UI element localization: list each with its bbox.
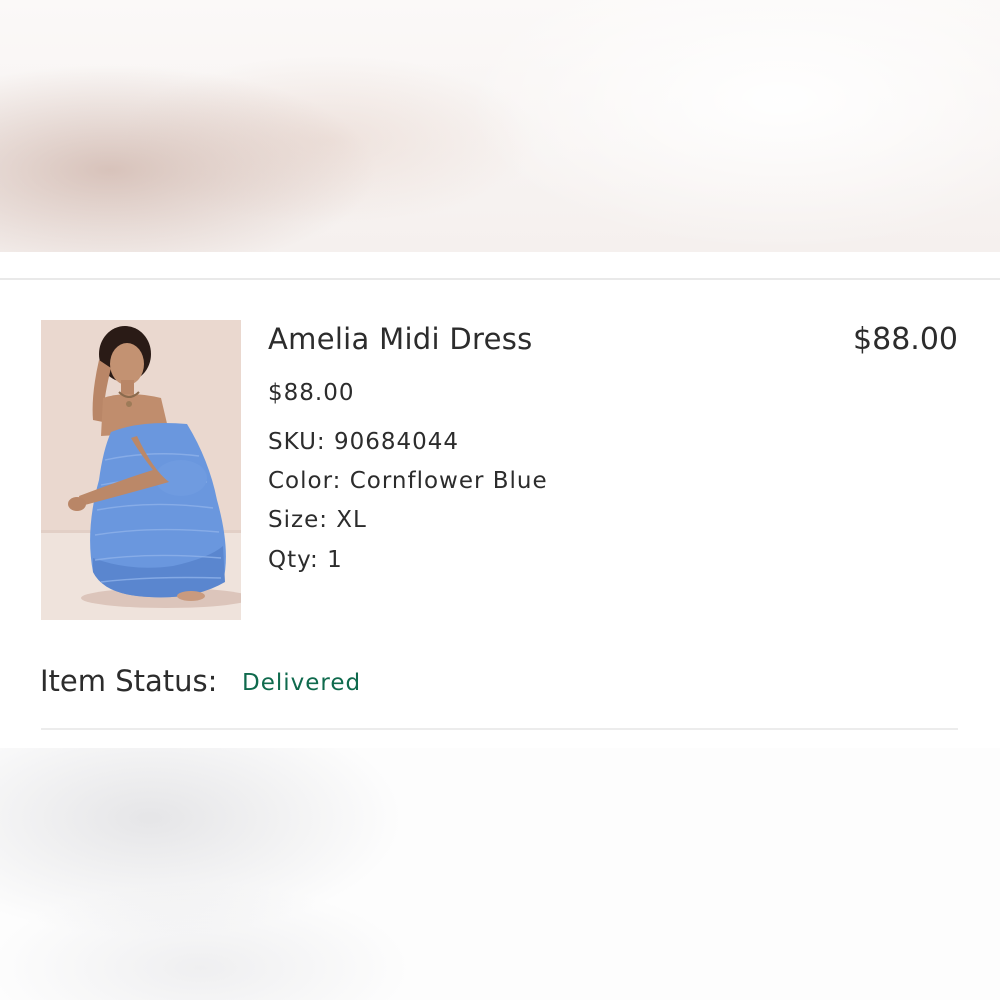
color-text: Color: Cornflower Blue bbox=[268, 468, 548, 494]
blurred-background-top bbox=[0, 0, 1000, 252]
unit-price: $88.00 bbox=[268, 380, 355, 406]
item-status-label: Item Status: bbox=[40, 664, 218, 698]
item-status-value: Delivered bbox=[242, 670, 362, 696]
product-image[interactable] bbox=[41, 320, 241, 620]
line-total-price: $88.00 bbox=[853, 322, 958, 357]
divider-bottom bbox=[41, 728, 958, 730]
quantity-text: Qty: 1 bbox=[268, 547, 343, 573]
size-text: Size: XL bbox=[268, 507, 367, 533]
divider-top bbox=[0, 278, 1000, 280]
blurred-background-bottom bbox=[0, 748, 1000, 1000]
sku-text: SKU: 90684044 bbox=[268, 429, 460, 455]
product-name[interactable]: Amelia Midi Dress bbox=[268, 322, 533, 356]
order-item-card: Amelia Midi Dress $88.00 $88.00 SKU: 906… bbox=[0, 252, 1000, 748]
